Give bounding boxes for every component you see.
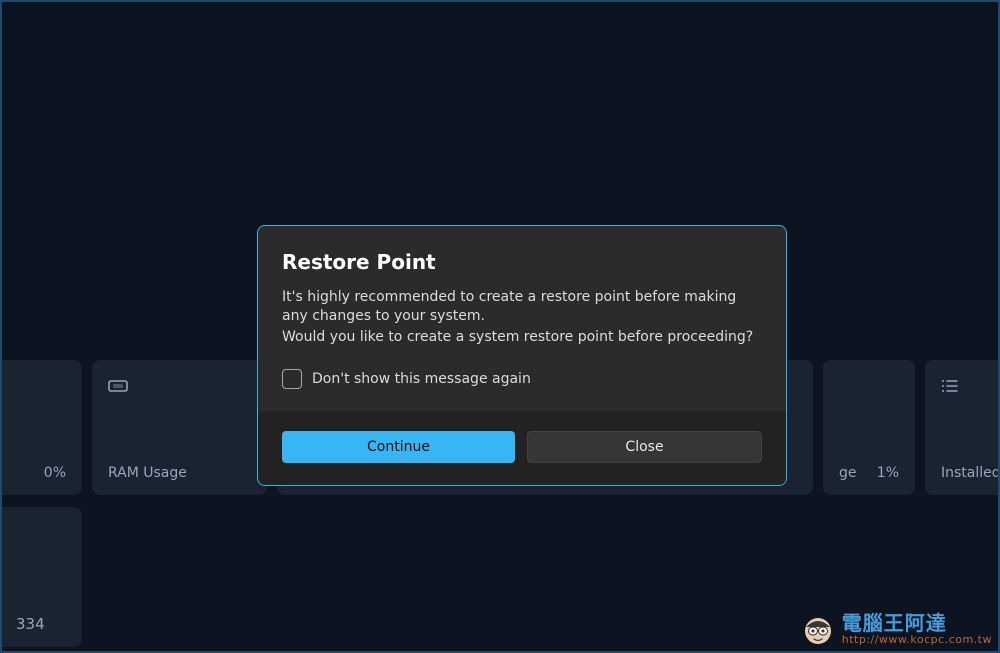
dialog-footer: Continue Close [258, 411, 786, 485]
ram-icon [108, 378, 251, 394]
cpu-value: 0% [44, 465, 66, 481]
stat-card-usage: ge 1% [823, 360, 915, 495]
watermark-url: http://www.kocpc.com.tw [842, 634, 992, 646]
stat-card-processes: 334 [0, 507, 82, 647]
stat-card-ram: RAM Usage [92, 360, 267, 495]
dont-show-again-row: Don't show this message again [282, 369, 762, 389]
watermark: 電腦王阿達 http://www.kocpc.com.tw [800, 611, 992, 647]
close-button[interactable]: Close [527, 431, 762, 463]
stats-cards-row-2: 334 [0, 507, 82, 647]
watermark-face-icon [800, 611, 836, 647]
restore-point-dialog: Restore Point It's highly recommended to… [257, 225, 787, 486]
stat-card-cpu: 0% [0, 360, 82, 495]
ram-label: RAM Usage [108, 465, 187, 481]
dialog-body: Restore Point It's highly recommended to… [258, 226, 786, 411]
dialog-text-line1: It's highly recommended to create a rest… [282, 288, 762, 326]
watermark-title: 電腦王阿達 [842, 613, 992, 634]
usage-label-truncated: ge [839, 465, 857, 481]
processes-count: 334 [16, 615, 45, 633]
dont-show-again-checkbox[interactable] [282, 369, 302, 389]
installed-label: Installed [941, 465, 1000, 481]
dont-show-again-label: Don't show this message again [312, 371, 531, 387]
watermark-text: 電腦王阿達 http://www.kocpc.com.tw [842, 613, 992, 646]
stat-card-installed: Installed [925, 360, 1000, 495]
dialog-title: Restore Point [282, 250, 762, 274]
list-icon [941, 378, 984, 394]
continue-button[interactable]: Continue [282, 431, 515, 463]
usage-value: 1% [877, 465, 899, 481]
dialog-text-line2: Would you like to create a system restor… [282, 328, 762, 347]
